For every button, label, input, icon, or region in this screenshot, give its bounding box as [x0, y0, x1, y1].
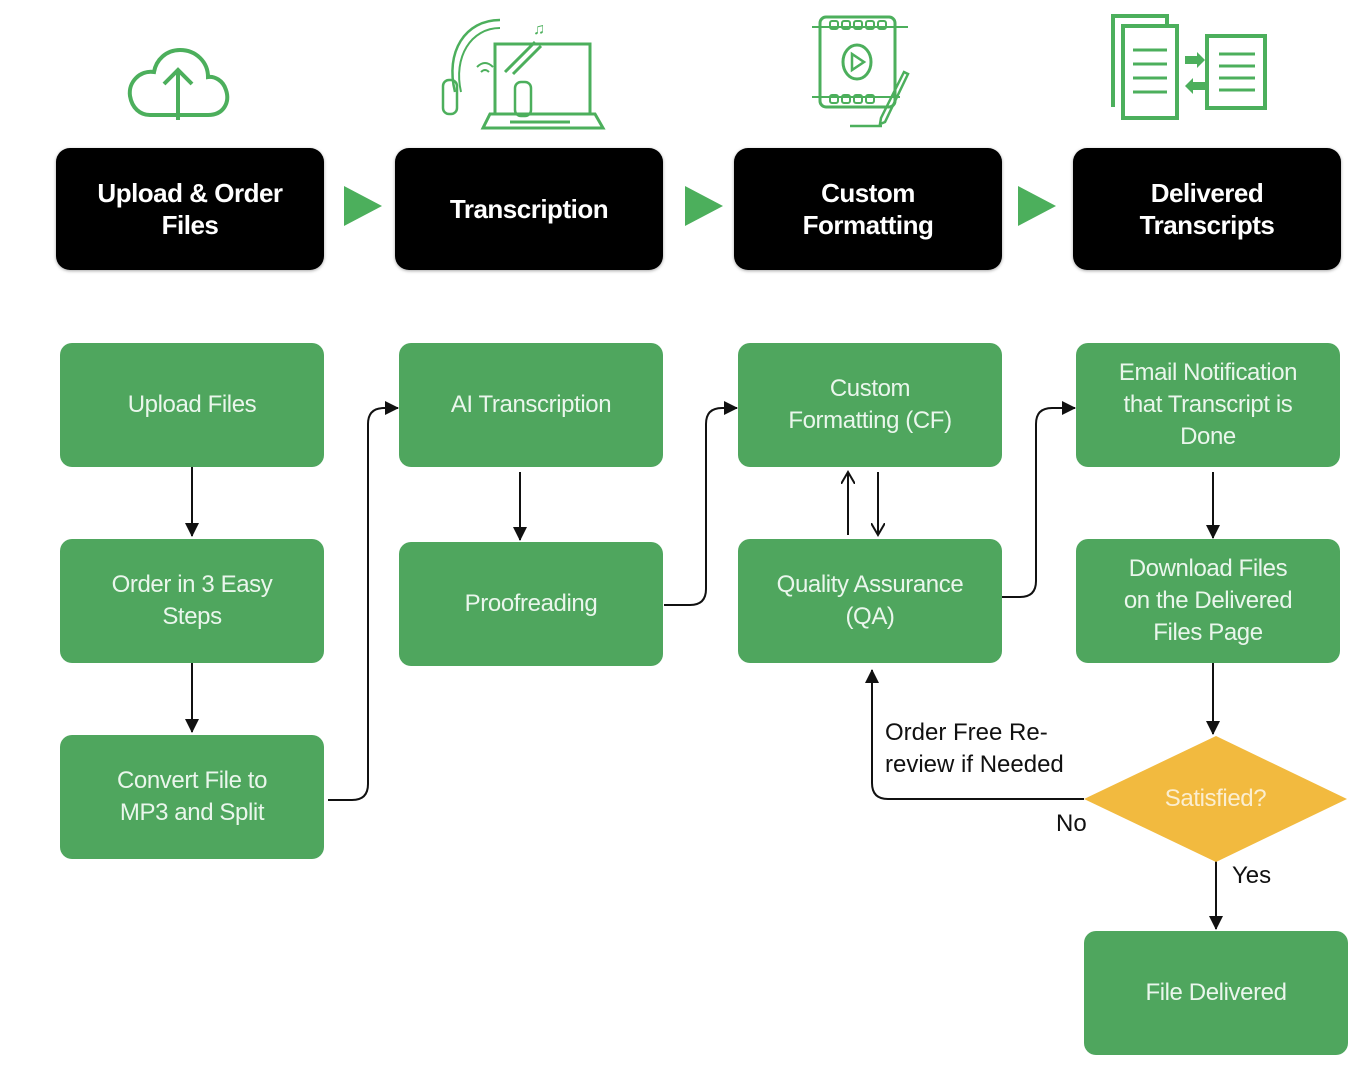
yes-label: Yes [1232, 862, 1272, 889]
step-label: Custom Formatting (CF) [788, 375, 952, 434]
step-order-in-3-easy-steps: Order in 3 Easy Steps [60, 539, 324, 663]
step-label: Email Notification that Transcript is Do… [1118, 359, 1298, 450]
step-file-delivered: File Delivered [1084, 931, 1348, 1055]
rereview-label: Order Free Re- review if Needed [885, 719, 1064, 778]
edge-qa-to-email [1002, 401, 1076, 598]
step-label: Upload Files [127, 391, 257, 418]
step-proofreading: Proofreading [399, 542, 663, 666]
step-label: AI Transcription [450, 391, 612, 418]
step-label: Download Files on the Delivered Files Pa… [1123, 555, 1293, 646]
no-label: No [1056, 810, 1087, 837]
step-custom-formatting: Custom Formatting (CF) [738, 343, 1002, 467]
step-download-files: Download Files on the Delivered Files Pa… [1076, 539, 1340, 663]
step-label: Convert File to MP3 and Split [116, 767, 268, 826]
decision-label: Satisfied? [1164, 785, 1267, 812]
step-label: Proofreading [464, 590, 598, 617]
step-label: Order in 3 Easy Steps [111, 571, 273, 630]
step-label: Quality Assurance (QA) [776, 571, 964, 630]
step-label: File Delivered [1145, 979, 1287, 1006]
step-quality-assurance: Quality Assurance (QA) [738, 539, 1002, 663]
step-email-notification: Email Notification that Transcript is Do… [1076, 343, 1340, 467]
step-convert-file: Convert File to MP3 and Split [60, 735, 324, 859]
step-ai-transcription: AI Transcription [399, 343, 663, 467]
edge-convert-to-ai [328, 401, 399, 801]
step-upload-files: Upload Files [60, 343, 324, 467]
edge-proofreading-to-cf [664, 401, 738, 606]
